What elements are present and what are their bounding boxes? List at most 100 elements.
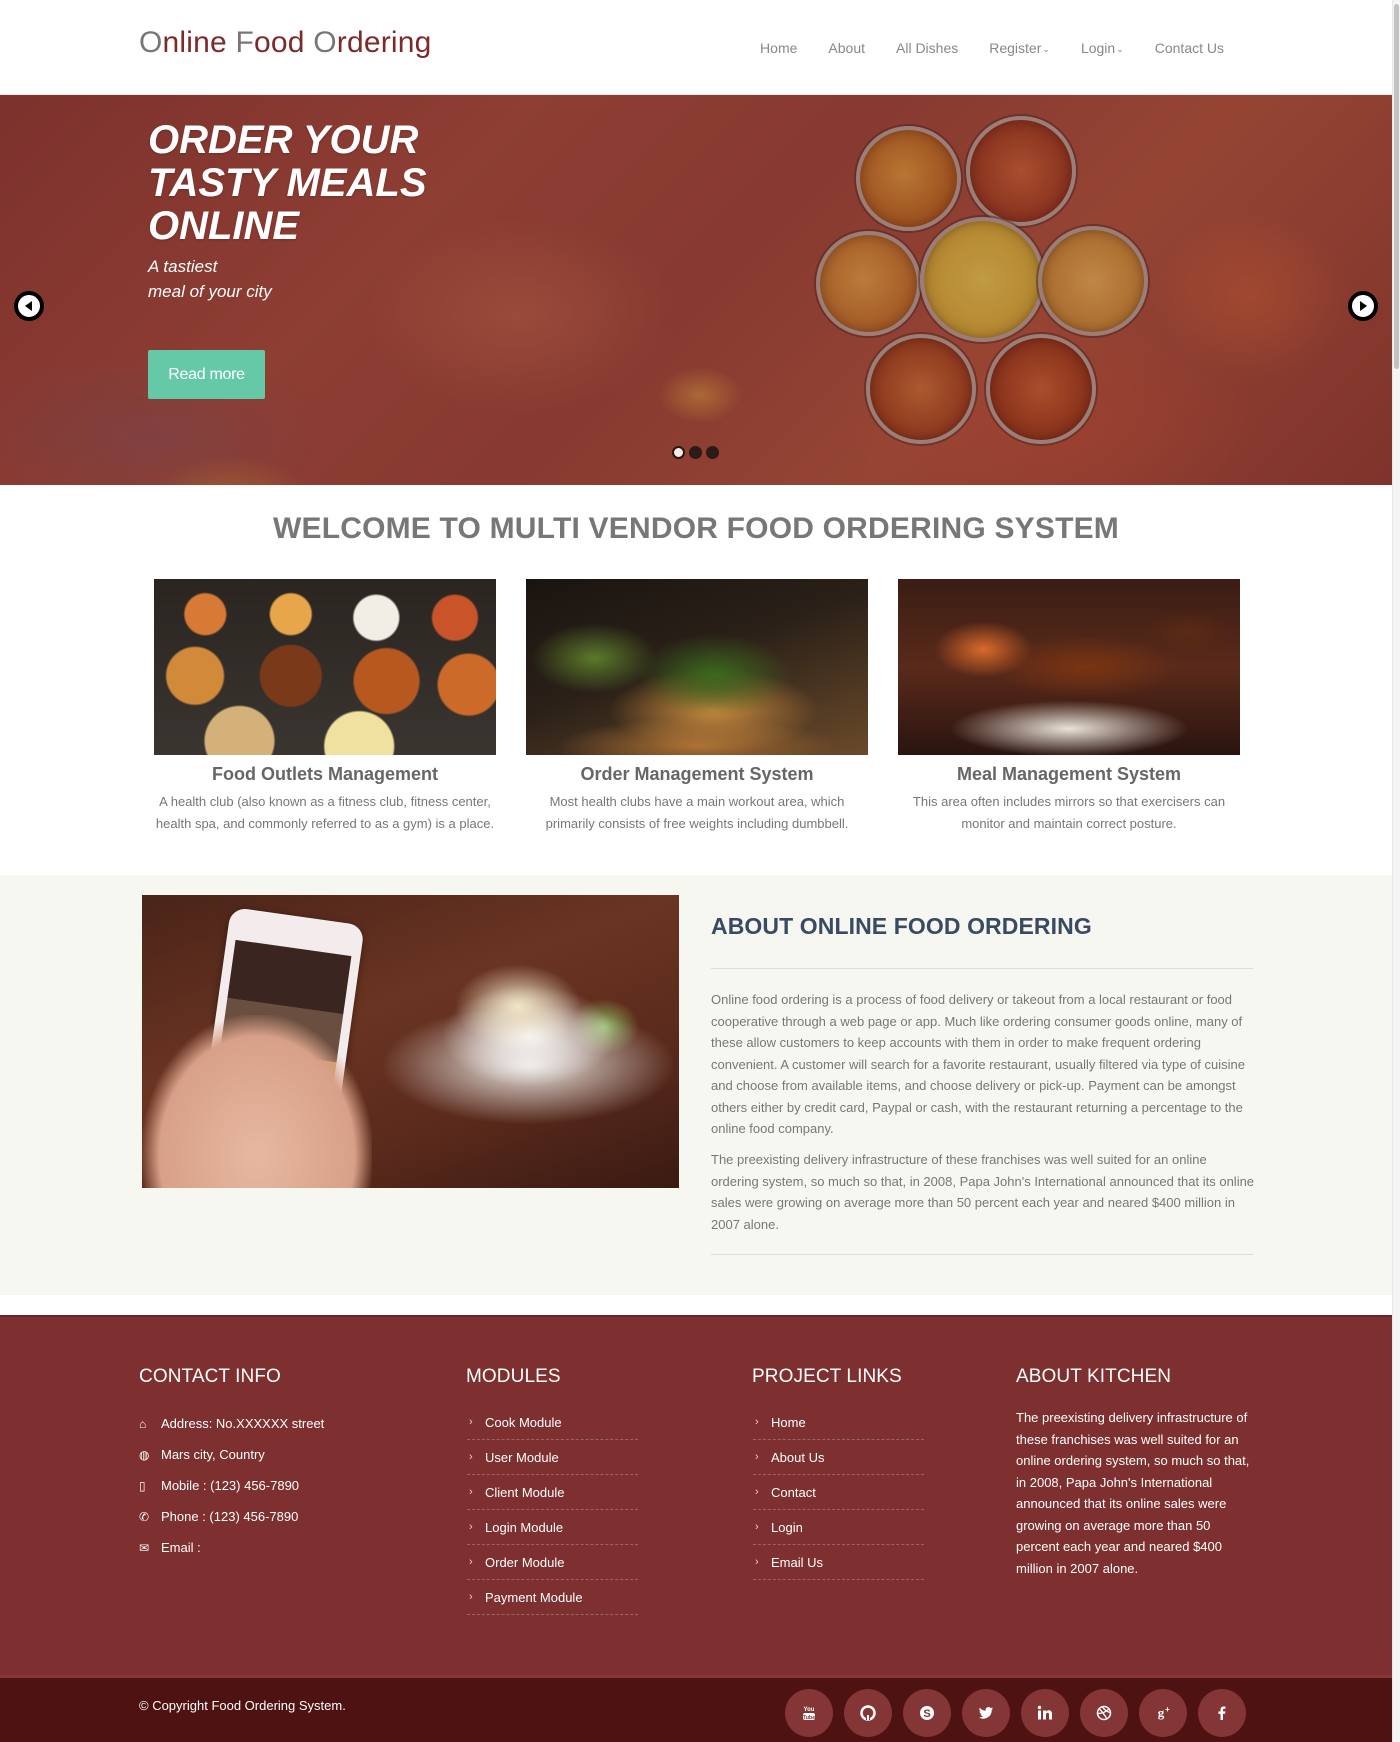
social-google-plus[interactable]: g + — [1139, 1689, 1187, 1737]
envelope-icon: ✉ — [139, 1540, 150, 1555]
chevron-right-icon: › — [469, 1521, 473, 1533]
youtube-icon: You Tube — [803, 1707, 816, 1721]
svg-text:+: + — [1165, 1705, 1170, 1714]
contact-item: ✆ Phone : (123) 456-7890 — [139, 1501, 324, 1532]
social-facebook[interactable] — [1198, 1689, 1246, 1737]
footer-heading: PROJECT LINKS — [752, 1366, 902, 1387]
footer-link-about-us[interactable]: › About Us — [753, 1440, 924, 1475]
site-logo[interactable]: Online Food Ordering — [139, 26, 432, 60]
chevron-right-icon: › — [755, 1416, 759, 1428]
link-label: Login — [771, 1519, 803, 1535]
social-linkedin[interactable] — [1021, 1689, 1069, 1737]
slider-prev-button[interactable] — [14, 291, 44, 321]
scrollbar-thumb[interactable] — [1394, 4, 1399, 369]
chevron-right-icon: › — [469, 1486, 473, 1498]
nav-label: All Dishes — [896, 40, 959, 56]
link-label: About Us — [771, 1449, 825, 1465]
chevron-right-icon: › — [755, 1451, 759, 1463]
social-dribbble[interactable] — [1080, 1689, 1128, 1737]
contact-list: ⌂ Address: No.XXXXXX street ◍ Mars city, C… — [139, 1408, 324, 1563]
skype-icon: S — [920, 1706, 934, 1720]
feature-image — [154, 579, 496, 755]
footer-link-payment-module[interactable]: › Payment Module — [467, 1580, 638, 1615]
social-links: You Tube S g + — [785, 1689, 1246, 1737]
link-label: Email Us — [771, 1554, 824, 1570]
hand-illustration — [142, 1015, 372, 1188]
main-nav: Home About All Dishes Register⌄ Login⌄ C… — [729, 40, 1224, 56]
feature-image — [526, 579, 868, 755]
feature-title: Food Outlets Management — [211, 764, 438, 784]
hero-title: ORDER YOUR TASTY MEALS ONLINE — [148, 118, 427, 248]
chevron-right-icon: › — [469, 1591, 473, 1603]
contact-text: Phone : (123) 456-7890 — [161, 1509, 299, 1524]
footer-link-home[interactable]: › Home — [753, 1405, 924, 1440]
hero-subtitle-line: meal of your city — [148, 282, 272, 301]
chevron-right-icon: › — [755, 1556, 759, 1568]
about-section: ABOUT ONLINE FOOD ORDERING Online food o… — [0, 875, 1392, 1295]
project-links-list: › Home › About Us › Contact › Login › Email U… — [753, 1405, 924, 1580]
chevron-down-icon: ⌄ — [1042, 44, 1050, 54]
chevron-right-icon: › — [469, 1451, 473, 1463]
about-image — [142, 895, 679, 1188]
footer-link-contact[interactable]: › Contact — [753, 1475, 924, 1510]
about-heading: ABOUT ONLINE FOOD ORDERING — [711, 913, 1092, 939]
link-label: Home — [771, 1414, 806, 1430]
footer-link-email-us[interactable]: › Email Us — [753, 1545, 924, 1580]
contact-text: Email : — [161, 1540, 201, 1555]
divider — [711, 968, 1253, 969]
social-skype[interactable]: S — [903, 1689, 951, 1737]
home-icon: ⌂ — [139, 1416, 147, 1431]
feature-card: Meal Management System This area often i… — [898, 579, 1240, 835]
link-label: Payment Module — [485, 1589, 583, 1605]
slider-next-button[interactable] — [1348, 291, 1378, 321]
nav-login[interactable]: Login⌄ — [1081, 40, 1124, 56]
link-label: Client Module — [485, 1484, 565, 1500]
svg-text:S: S — [923, 1708, 930, 1720]
social-youtube[interactable]: You Tube — [785, 1689, 833, 1737]
nav-contact-us[interactable]: Contact Us — [1155, 40, 1224, 56]
footer-link-login[interactable]: › Login — [753, 1510, 924, 1545]
svg-text:Tube: Tube — [803, 1715, 816, 1721]
nav-label: About — [828, 40, 865, 56]
nav-all-dishes[interactable]: All Dishes — [896, 40, 958, 56]
footer-heading: CONTACT INFO — [139, 1366, 281, 1387]
feature-title: Meal Management System — [956, 764, 1182, 784]
nav-label: Login — [1080, 40, 1116, 56]
globe-icon: ◍ — [139, 1447, 150, 1462]
nav-label: Contact Us — [1154, 40, 1224, 56]
logo-initial: F — [235, 26, 254, 59]
contact-text: Mars city, Country — [161, 1447, 265, 1462]
chevron-right-icon: › — [755, 1521, 759, 1533]
footer-link-client-module[interactable]: › Client Module — [467, 1475, 638, 1510]
footer-link-cook-module[interactable]: › Cook Module — [467, 1405, 638, 1440]
phone-icon: ✆ — [139, 1509, 150, 1524]
feature-image — [898, 579, 1240, 755]
hero-slider: ORDER YOUR TASTY MEALS ONLINE A tastiest… — [0, 95, 1392, 485]
facebook-icon — [1218, 1706, 1226, 1720]
slider-dot[interactable] — [672, 446, 685, 459]
social-twitter[interactable] — [962, 1689, 1010, 1737]
contact-text: Mobile : (123) 456-7890 — [161, 1478, 300, 1493]
nav-home[interactable]: Home — [760, 40, 797, 56]
contact-item: ✉ Email : — [139, 1532, 324, 1563]
footer-link-login-module[interactable]: › Login Module — [467, 1510, 638, 1545]
footer-bottom-bar: © Copyright Food Ordering System. You Tub… — [0, 1675, 1392, 1742]
footer-link-user-module[interactable]: › User Module — [467, 1440, 638, 1475]
social-github[interactable] — [844, 1689, 892, 1737]
footer-link-order-module[interactable]: › Order Module — [467, 1545, 638, 1580]
read-more-button[interactable]: Read more — [148, 350, 265, 399]
feature-description: A health club (also known as a fitness c… — [155, 794, 495, 831]
nav-register[interactable]: Register⌄ — [989, 40, 1050, 56]
footer-heading: ABOUT KITCHEN — [1016, 1366, 1172, 1387]
page-scrollbar[interactable] — [1392, 0, 1400, 1742]
site-footer: CONTACT INFO ⌂ Address: No.XXXXXX street … — [0, 1315, 1392, 1675]
nav-about[interactable]: About — [828, 40, 865, 56]
slider-dot[interactable] — [689, 446, 702, 459]
feature-card: Food Outlets Management A health club (a… — [154, 579, 496, 835]
chevron-right-icon: › — [755, 1486, 759, 1498]
feature-title: Order Management System — [580, 764, 814, 784]
slider-dot[interactable] — [706, 446, 719, 459]
contact-text: Address: No.XXXXXX street — [161, 1416, 325, 1431]
link-label: Order Module — [485, 1554, 565, 1570]
about-paragraph: Online food ordering is a process of foo… — [711, 992, 1245, 1136]
